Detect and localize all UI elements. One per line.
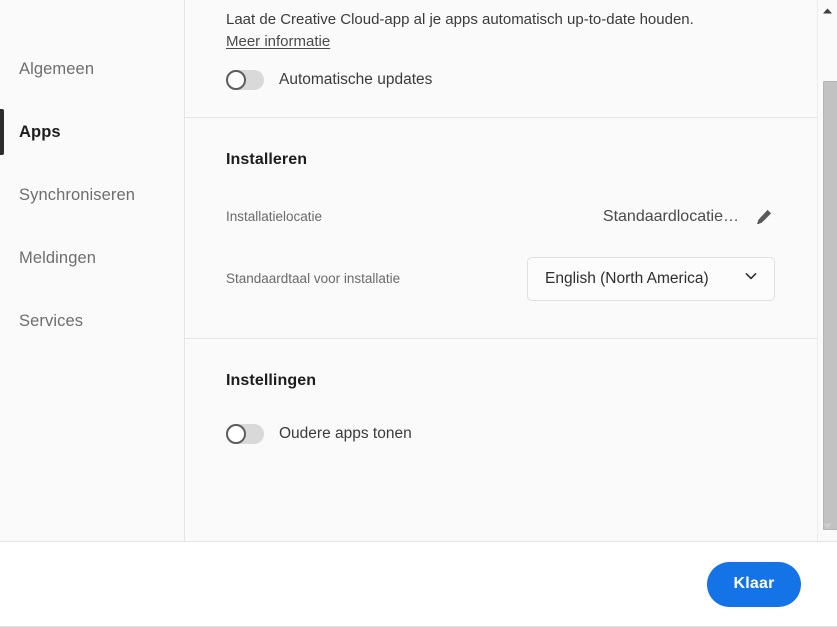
install-location-value: Standaardlocatie… <box>602 207 739 225</box>
sidebar-nav: Algemeen Apps Synchroniseren Meldingen S… <box>0 0 185 541</box>
sidebar-item-services[interactable]: Services <box>0 290 184 353</box>
settings-content-pane: Laat de Creative Cloud-app al je apps au… <box>185 0 837 541</box>
automatic-updates-row: Automatische updates <box>226 69 775 90</box>
sidebar-item-algemeen[interactable]: Algemeen <box>0 38 184 101</box>
more-info-link[interactable]: Meer informatie <box>226 33 330 50</box>
installeren-title: Installeren <box>226 150 308 168</box>
automatic-updates-toggle[interactable] <box>226 69 264 90</box>
sidebar-item-label: Synchroniseren <box>19 186 136 204</box>
triangle-down-icon-svg <box>823 523 832 528</box>
section-installeren: Installeren Installatielocatie Standaard… <box>185 118 817 338</box>
chevron-down-icon-svg <box>745 273 757 280</box>
sidebar-item-apps[interactable]: Apps <box>0 101 184 164</box>
sidebar-item-label: Services <box>19 312 84 330</box>
section-instellingen: Instellingen Oudere apps tonen <box>185 339 817 484</box>
pencil-icon-svg <box>757 209 772 224</box>
automatic-updates-label: Automatische updates <box>279 70 433 88</box>
done-button[interactable]: Klaar <box>707 561 801 607</box>
preferences-window: Algemeen Apps Synchroniseren Meldingen S… <box>0 0 837 627</box>
scrollbar-thumb[interactable] <box>823 81 837 530</box>
sidebar-item-synchroniseren[interactable]: Synchroniseren <box>0 164 184 227</box>
install-location-value-group: Standaardlocatie… <box>603 206 775 228</box>
install-language-label: Standaardtaal voor installatie <box>226 271 401 287</box>
instellingen-title: Instellingen <box>226 371 317 389</box>
settings-scroll-area: Laat de Creative Cloud-app al je apps au… <box>185 0 817 541</box>
install-location-label: Installatielocatie <box>226 209 323 225</box>
toggle-knob <box>226 423 246 444</box>
sidebar-item-label: Algemeen <box>19 60 95 78</box>
triangle-up-icon-svg <box>823 8 832 13</box>
dialog-footer: Klaar <box>0 541 837 627</box>
sidebar-item-label: Apps <box>19 123 61 141</box>
show-older-apps-label: Oudere apps tonen <box>279 424 412 442</box>
toggle-knob <box>226 69 246 90</box>
sidebar-item-label: Meldingen <box>19 249 97 267</box>
pencil-icon[interactable] <box>753 206 775 228</box>
scrollbar-track[interactable] <box>820 20 837 530</box>
install-language-value: English (North America) <box>545 269 709 287</box>
show-older-apps-toggle[interactable] <box>226 423 264 444</box>
chevron-down-icon <box>743 268 759 289</box>
show-older-apps-row: Oudere apps tonen <box>226 423 775 444</box>
vertical-scrollbar[interactable] <box>817 0 837 541</box>
section-automatic-updates: Laat de Creative Cloud-app al je apps au… <box>185 0 817 117</box>
preferences-body: Algemeen Apps Synchroniseren Meldingen S… <box>0 0 837 541</box>
install-language-row: Standaardtaal voor installatie English (… <box>226 256 775 301</box>
triangle-up-icon[interactable] <box>818 1 837 20</box>
sidebar-item-meldingen[interactable]: Meldingen <box>0 227 184 290</box>
install-location-row: Installatielocatie Standaardlocatie… <box>226 203 775 231</box>
triangle-down-icon[interactable] <box>818 516 837 535</box>
install-language-select[interactable]: English (North America) <box>527 256 775 301</box>
updates-description: Laat de Creative Cloud-app al je apps au… <box>226 11 694 28</box>
